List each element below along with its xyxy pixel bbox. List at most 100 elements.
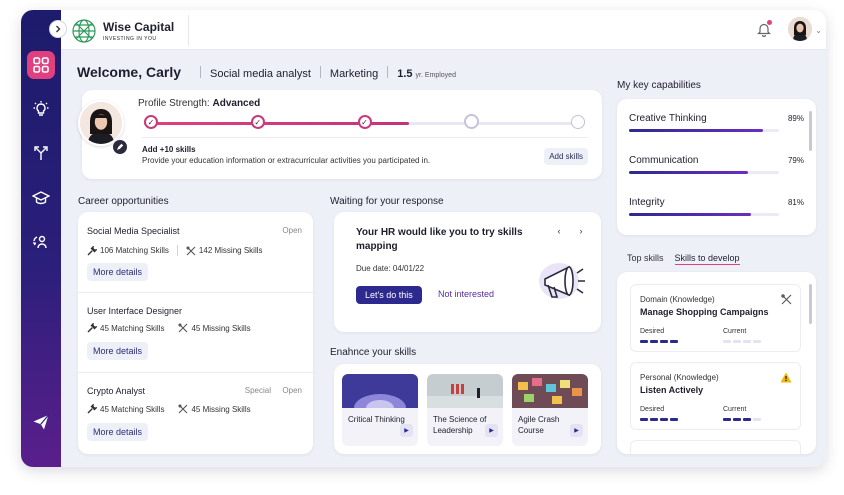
top-header: Wise Capital INVESTING IN YOU ⌄ (61, 10, 826, 50)
wrench-icon (87, 245, 97, 255)
skill-card[interactable]: Domain (Knowledge) Manage Shopping Campa… (630, 284, 801, 352)
job-title: Crypto Analyst (87, 386, 146, 396)
divider (319, 66, 321, 78)
user-sync-icon (32, 235, 47, 249)
ideas-nav[interactable] (27, 95, 55, 123)
prev-button[interactable]: ‹ (551, 223, 567, 239)
level-dot (650, 340, 658, 343)
tab-skills-to-develop[interactable]: Skills to develop (674, 253, 740, 265)
enhance-skills-card: Critical Thinking ▶ The Science of Leade… (334, 364, 601, 454)
profile-avatar (78, 100, 124, 146)
add-skills-button[interactable]: Add skills (544, 148, 588, 165)
capability-item: Creative Thinking 89% (629, 113, 804, 132)
notifications-button[interactable] (757, 20, 772, 42)
job-title: Social Media Specialist (87, 226, 180, 236)
play-icon[interactable]: ▶ (400, 424, 413, 437)
dashboard-nav[interactable] (27, 51, 55, 79)
course-card[interactable]: Agile Crash Course ▶ (512, 374, 588, 446)
capability-bar (629, 171, 779, 174)
skill-card[interactable] (630, 440, 801, 454)
progress-step (571, 115, 585, 129)
paper-plane-icon (33, 414, 49, 430)
course-card[interactable]: Critical Thinking ▶ (342, 374, 418, 446)
tab-top-skills[interactable]: Top skills (627, 253, 664, 265)
level-dot (670, 340, 678, 343)
matching-skills: 45 Matching Skills (100, 323, 165, 333)
wrench-icon (87, 404, 97, 414)
chevron-down-icon[interactable]: ⌄ (815, 26, 822, 35)
divider (176, 245, 178, 256)
scrollbar[interactable] (809, 111, 812, 151)
progress-step: ✓ (144, 115, 158, 129)
course-thumbnail (512, 374, 588, 408)
decline-button[interactable]: Not interested (438, 289, 494, 299)
job-skill-counts: 45 Matching Skills 45 Missing Skills (87, 323, 251, 333)
welcome-row: Welcome, Carly Social media analyst Mark… (77, 64, 456, 80)
more-details-button[interactable]: More details (87, 263, 149, 281)
wrench-icon (87, 323, 97, 333)
job-special-tag: Special (244, 386, 271, 395)
welcome-greeting: Welcome, Carly (77, 64, 182, 80)
chevron-right-icon (56, 25, 61, 33)
skill-card[interactable]: Personal (Knowledge) Listen Actively Des… (630, 362, 801, 430)
skills-tabs: Top skills Skills to develop (627, 253, 740, 265)
send-nav[interactable] (27, 408, 55, 436)
profile-photo-icon (80, 102, 122, 144)
sticky-notes-thumbnail-icon (512, 374, 588, 408)
job-item: User Interface Designer 45 Matching Skil… (78, 293, 313, 373)
progress-step: ✓ (357, 115, 372, 129)
enhance-section-title: Enahnce your skills (330, 347, 417, 358)
next-button[interactable]: › (573, 223, 589, 239)
accept-button[interactable]: Let's do this (356, 286, 422, 304)
people-nav[interactable] (27, 228, 55, 256)
learning-nav[interactable] (27, 184, 55, 212)
edit-profile-button[interactable] (113, 140, 127, 154)
sidebar-toggle[interactable] (49, 20, 67, 38)
paths-nav[interactable] (27, 139, 55, 167)
course-name: Critical Thinking (348, 415, 405, 424)
level-dot (670, 418, 678, 421)
level-dot (753, 340, 761, 343)
sidebar (21, 10, 61, 467)
level-dot (723, 418, 731, 421)
capability-bar (629, 213, 779, 216)
more-details-button[interactable]: More details (87, 423, 149, 441)
level-dot (650, 418, 658, 421)
job-role: Social media analyst (210, 68, 311, 80)
level-dot (753, 418, 761, 421)
user-avatar[interactable] (788, 17, 812, 41)
desired-level-dots (640, 418, 678, 421)
job-item: Social Media Specialist Open 106 Matchin… (78, 212, 313, 293)
job-item: Crypto Analyst Special Open 45 Matching … (78, 373, 313, 454)
profile-strength-label: Profile Strength: Advanced (138, 98, 260, 109)
notification-dot (767, 20, 772, 25)
skill-name: Manage Shopping Campaigns (640, 307, 769, 317)
desired-level-dots (640, 340, 678, 343)
capability-name: Communication (629, 155, 699, 166)
play-icon[interactable]: ▶ (485, 424, 498, 437)
user-photo-icon (788, 17, 812, 41)
tools-crossed-icon (178, 323, 188, 333)
level-dot (660, 340, 668, 343)
missing-skills: 45 Missing Skills (191, 404, 251, 414)
capability-value: 89% (787, 114, 804, 123)
capability-item: Integrity 81% (629, 197, 804, 216)
capability-bar-fill (629, 171, 748, 174)
waiting-message: Your HR would like you to try skills map… (356, 227, 523, 252)
tools-icon (781, 294, 792, 305)
grid-icon (33, 57, 49, 73)
capability-value: 79% (787, 156, 804, 165)
course-name: The Science of Leadership (433, 415, 487, 435)
lightbulb-icon (33, 101, 49, 116)
scrollbar[interactable] (809, 284, 812, 324)
skills-to-develop-card: Domain (Knowledge) Manage Shopping Campa… (617, 272, 816, 454)
missing-skills: 142 Missing Skills (198, 246, 263, 255)
level-dot (733, 418, 741, 421)
more-details-button[interactable]: More details (87, 342, 149, 360)
capability-bar-fill (629, 129, 763, 132)
brand-logo[interactable]: Wise Capital INVESTING IN YOU (71, 15, 190, 46)
play-icon[interactable]: ▶ (570, 424, 583, 437)
progress-step: ✓ (250, 115, 265, 129)
course-card[interactable]: The Science of Leadership ▶ (427, 374, 503, 446)
brand-tagline: INVESTING IN YOU (103, 35, 157, 42)
